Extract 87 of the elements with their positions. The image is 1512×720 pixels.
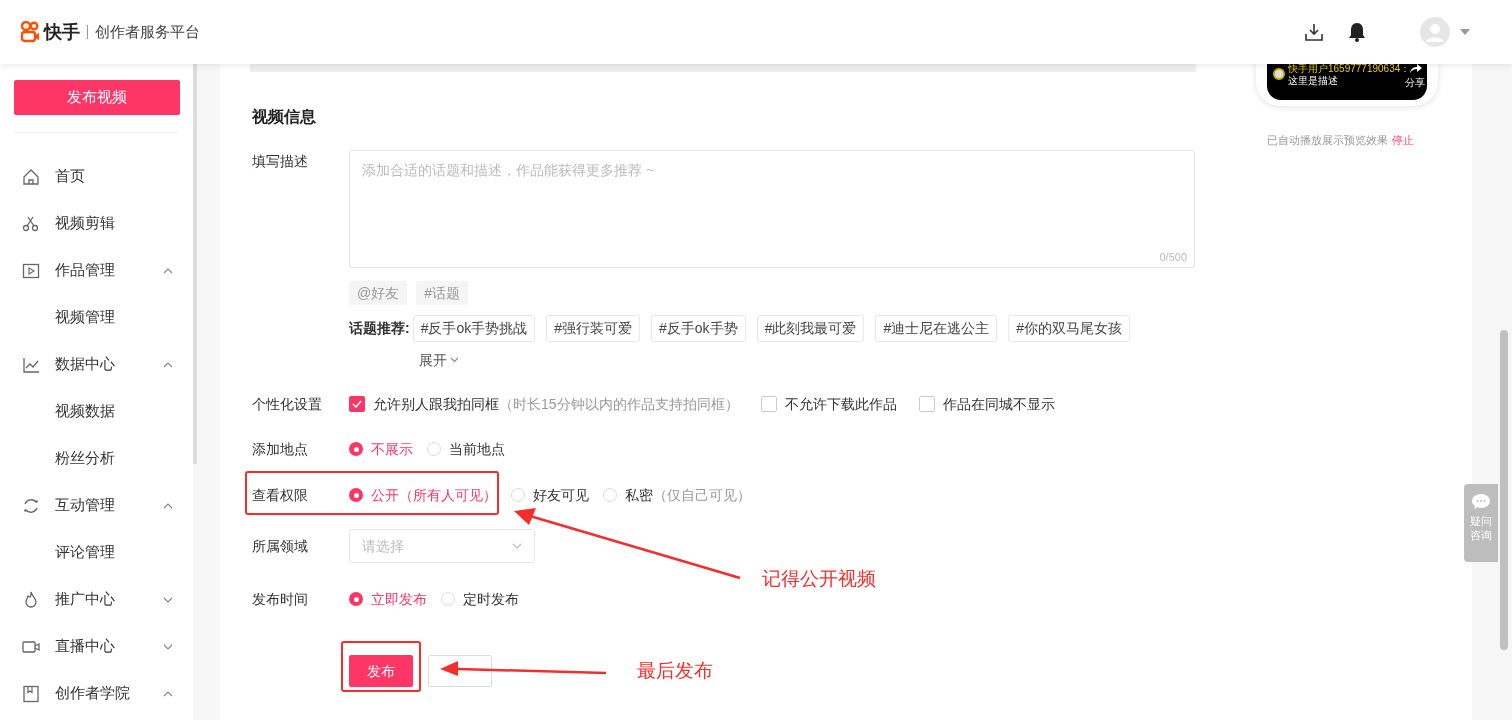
book-icon <box>22 684 40 703</box>
radio-label: 定时发布 <box>463 589 519 609</box>
radio-button[interactable] <box>349 488 363 502</box>
play-icon <box>22 261 40 280</box>
radio-button[interactable] <box>441 592 455 606</box>
chevron-icon[interactable] <box>163 690 173 697</box>
radio-button[interactable] <box>349 592 363 606</box>
radio-button[interactable] <box>603 488 617 502</box>
flame-icon <box>22 590 40 609</box>
chevron-icon[interactable] <box>163 596 173 603</box>
scissors-icon <box>22 214 40 233</box>
caret-icon[interactable] <box>1460 29 1470 35</box>
checkbox[interactable] <box>349 396 365 412</box>
sidebar-subitem[interactable]: 粉丝分析 <box>0 435 193 482</box>
logo-text: 快手 <box>44 20 80 44</box>
bell-icon[interactable] <box>1348 22 1366 42</box>
checkbox-label: 不允许下载此作品 <box>784 394 897 414</box>
share-label: 分享 <box>1405 78 1425 88</box>
expand-link[interactable]: 展开 <box>419 349 459 371</box>
field-label: 填写描述 <box>252 152 309 171</box>
field-label: 查看权限 <box>252 485 309 505</box>
caption-text: 这里是描述 <box>1288 75 1338 86</box>
chevron-icon <box>512 543 522 549</box>
section-title: 视频信息 <box>252 107 317 127</box>
download-icon[interactable] <box>1305 23 1323 41</box>
topic-tag[interactable]: #迪士尼在逃公主 <box>875 315 998 342</box>
chevron-icon <box>450 357 459 363</box>
sidebar-subitem[interactable]: 视频数据 <box>0 388 193 435</box>
sidebar-item[interactable]: 数据中心 <box>0 341 193 388</box>
annotation-text: 最后发布 <box>637 659 713 683</box>
field-label: 发布时间 <box>252 589 309 609</box>
sidebar-item[interactable]: 互动管理 <box>0 482 193 529</box>
radio-label: 公开（所有人可见） <box>371 485 497 505</box>
share-icon[interactable] <box>1410 64 1422 73</box>
radio-label: 当前地点 <box>449 439 505 459</box>
page-scrollbar[interactable] <box>1500 330 1508 650</box>
field-label: 所属领域 <box>252 536 309 556</box>
publish-video-button[interactable]: 发布视频 <box>14 80 180 115</box>
platform-title: 创作者服务平台 <box>95 21 200 42</box>
checkbox[interactable] <box>918 396 935 412</box>
logo-icon <box>20 21 40 43</box>
sidebar-item[interactable]: 作品管理 <box>0 247 193 294</box>
user-avatar-icon <box>1273 68 1285 80</box>
character-counter: 0/500 <box>1159 249 1187 265</box>
chart-icon <box>22 355 40 374</box>
checkbox-label: 允许别人跟我拍同框 <box>373 394 499 414</box>
help-label: 疑问咨询 <box>1469 514 1493 542</box>
option-hint: （仅自己可见） <box>653 485 751 505</box>
checkbox-label: 作品在同城不显示 <box>942 394 1055 414</box>
radio-label: 立即发布 <box>371 589 427 609</box>
annotation-text: 记得公开视频 <box>762 567 876 591</box>
cancel-button[interactable] <box>428 655 492 687</box>
sidebar-item[interactable]: 创作者学院 <box>0 670 193 717</box>
sidebar-item[interactable]: 推广中心 <box>0 576 193 623</box>
topic-tag[interactable]: #此刻我最可爱 <box>756 315 865 342</box>
refresh-icon <box>22 496 40 515</box>
checkbox[interactable] <box>760 396 777 412</box>
chevron-icon[interactable] <box>163 643 173 650</box>
topic-tag[interactable]: #反手ok手势 <box>651 315 746 342</box>
radio-label: 不展示 <box>371 439 413 459</box>
field-label: 添加地点 <box>252 439 309 459</box>
sidebar-subitem[interactable]: 评论管理 <box>0 529 193 576</box>
autoplay-note: 已自动播放展示预览效果 <box>1267 133 1388 148</box>
topic-tag[interactable]: #反手ok手势挑战 <box>412 315 536 342</box>
checkmark-icon <box>352 400 362 408</box>
topic-label: 话题推荐: <box>349 319 410 338</box>
sidebar-item[interactable]: 直播中心 <box>0 623 193 670</box>
topic-tag[interactable]: #强行装可爱 <box>546 315 641 342</box>
radio-label: 私密 <box>625 485 653 505</box>
sidebar-subitem[interactable]: 视频管理 <box>0 294 193 341</box>
publish-button[interactable]: 发布 <box>349 655 413 687</box>
radio-button[interactable] <box>511 488 525 502</box>
field-label: 个性化设置 <box>252 394 323 414</box>
caption-user: 快手用户1659777190634： <box>1288 63 1411 74</box>
sidebar-item[interactable]: 视频剪辑 <box>0 200 193 247</box>
radio-button[interactable] <box>427 442 441 456</box>
radio-label: 好友可见 <box>533 485 589 505</box>
option-hint: （时长15分钟以内的作品支持拍同框） <box>499 394 739 414</box>
home-icon <box>22 167 40 186</box>
stop-link[interactable]: 停止 <box>1392 132 1414 149</box>
sidebar-item[interactable]: 首页 <box>0 153 193 200</box>
chevron-icon[interactable] <box>163 267 173 274</box>
topic-tag[interactable]: #你的双马尾女孩 <box>1008 315 1130 342</box>
chevron-icon[interactable] <box>163 502 173 509</box>
radio-button[interactable] <box>349 442 363 456</box>
chevron-icon[interactable] <box>163 361 173 368</box>
chat-icon <box>1471 493 1491 510</box>
